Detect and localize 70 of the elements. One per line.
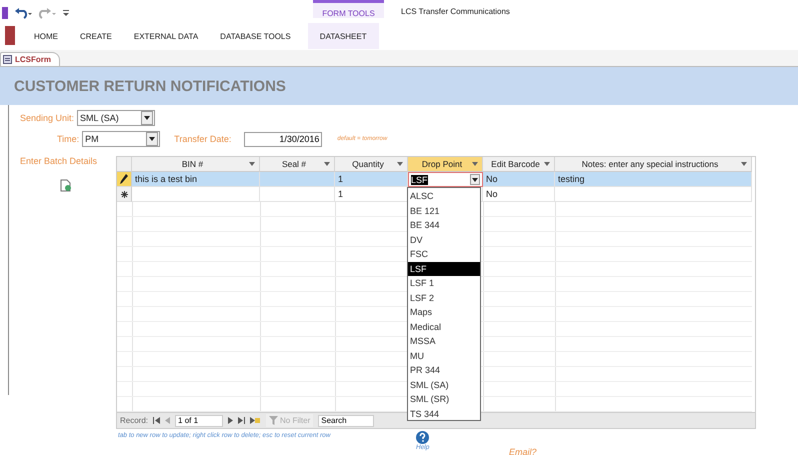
dropdown-option[interactable]: MU (408, 348, 480, 363)
window-title: LCS Transfer Communications (401, 7, 510, 16)
next-record-icon[interactable] (228, 417, 234, 424)
ribbon-tab[interactable]: CREATE (69, 23, 123, 49)
column-header[interactable]: Notes: enter any special instructions (555, 157, 752, 172)
customize-icon[interactable] (62, 8, 70, 18)
dropdown-icon[interactable] (470, 174, 480, 185)
search-field[interactable]: Search (318, 414, 374, 426)
dropdown-option[interactable]: FSC (408, 247, 480, 262)
document-tab[interactable]: LCSForm (0, 52, 60, 66)
sort-caret-icon[interactable] (741, 162, 747, 166)
dropdown-icon[interactable] (146, 132, 158, 146)
dropdown-option[interactable]: LSF (408, 262, 480, 276)
last-record-icon[interactable] (238, 417, 246, 424)
table-cell: No (483, 172, 555, 187)
sort-caret-icon[interactable] (249, 162, 255, 166)
undo-icon[interactable] (14, 7, 32, 19)
sort-caret-icon[interactable] (324, 162, 330, 166)
record-label: Record: (120, 416, 148, 425)
column-header[interactable]: Seal # (260, 157, 335, 172)
dropdown-icon[interactable] (141, 111, 154, 125)
dropdown-option[interactable]: LSF 1 (408, 276, 480, 290)
ribbon-tab[interactable]: HOME (23, 23, 69, 49)
document-recycle-icon[interactable] (60, 179, 72, 192)
field-label: Sending Unit: (20, 113, 74, 123)
dropdown-option[interactable]: BE 344 (408, 218, 480, 232)
help-icon[interactable] (416, 431, 430, 444)
form-heading: CUSTOMER RETURN NOTIFICATIONS (14, 78, 286, 94)
row-selector[interactable] (117, 187, 132, 202)
dropdown-option[interactable]: MSSA (408, 334, 480, 348)
dropdown-option[interactable]: SML (SA) (408, 378, 480, 392)
field-label: Transfer Date: (174, 134, 232, 144)
column-header[interactable]: Quantity (335, 157, 408, 172)
context-group-label: FORM TOOLS (313, 0, 384, 18)
time-combo[interactable]: PM (82, 131, 160, 147)
record-position-field[interactable]: 1 of 1 (175, 414, 224, 426)
sort-caret-icon[interactable] (544, 162, 550, 166)
table-cell: testing (555, 172, 752, 187)
pencil-icon (120, 174, 128, 184)
sending-unit-combo[interactable]: SML (SA) (77, 110, 156, 126)
drop-point-combo[interactable]: LSF (408, 172, 483, 187)
column-header[interactable]: BIN # (132, 157, 260, 172)
dropdown-option[interactable]: ALSC (408, 189, 480, 204)
dropdown-option[interactable]: TS 344 (408, 406, 480, 421)
select-all-cell[interactable] (117, 157, 132, 172)
table-cell: 1 (335, 172, 408, 187)
asterisk-icon (120, 190, 128, 198)
dropdown-option[interactable]: BE 121 (408, 204, 480, 218)
first-record-icon[interactable] (153, 417, 160, 424)
dropdown-option[interactable]: Medical (408, 320, 480, 334)
dropdown-option[interactable]: PR 344 (408, 363, 480, 378)
field-label: Time: (57, 134, 80, 144)
dropdown-option[interactable]: LSF 2 (408, 290, 480, 305)
table-cell: this is a test bin (132, 172, 260, 187)
sort-caret-icon[interactable] (472, 162, 478, 166)
new-record-icon[interactable] (250, 417, 262, 424)
ribbon-tab[interactable]: DATABASE TOOLS (209, 23, 302, 49)
section-label: Enter Batch Details (20, 156, 98, 166)
column-header[interactable]: Drop Point (408, 157, 483, 172)
transfer-date-field[interactable]: 1/30/2016 (244, 132, 322, 146)
column-header[interactable]: Edit Barcode (483, 157, 555, 172)
form-icon (3, 55, 12, 64)
dropdown-option[interactable]: DV (408, 232, 480, 247)
ribbon-tab[interactable]: EXTERNAL DATA (122, 23, 210, 49)
row-selector[interactable] (117, 172, 132, 187)
ribbon-tab[interactable]: DATASHEET (308, 23, 379, 49)
sort-caret-icon[interactable] (397, 162, 403, 166)
funnel-icon (269, 416, 278, 425)
dropdown-option[interactable]: SML (SR) (408, 392, 480, 406)
dropdown-option[interactable]: Maps (408, 305, 480, 320)
